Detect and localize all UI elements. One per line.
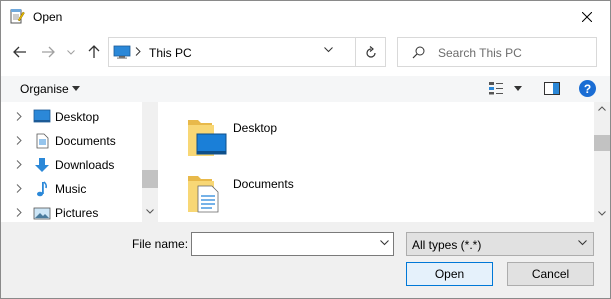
- documents-folder-icon: [188, 176, 219, 213]
- nav-item-label: Documents: [55, 134, 116, 148]
- file-list: Desktop Documents: [158, 102, 594, 222]
- chevron-down-icon[interactable]: [380, 240, 389, 246]
- scroll-up-icon[interactable]: [598, 106, 606, 111]
- preview-pane-icon[interactable]: [544, 82, 560, 95]
- desktop-icon: [33, 109, 51, 123]
- this-pc-icon: [113, 45, 131, 59]
- chevron-down-icon: [578, 240, 587, 246]
- help-icon[interactable]: ?: [579, 80, 596, 97]
- folder-item-documents[interactable]: Documents: [184, 172, 384, 222]
- change-view-icon[interactable]: [488, 81, 504, 95]
- documents-icon: [36, 133, 49, 149]
- arrow-left-icon: [13, 46, 26, 58]
- refresh-button[interactable]: [355, 38, 385, 66]
- search-icon: [412, 46, 425, 59]
- desktop-folder-icon: [188, 120, 227, 156]
- recent-locations-button[interactable]: [64, 42, 78, 62]
- search-placeholder: Search This PC: [438, 46, 522, 60]
- file-type-select[interactable]: All types (*.*): [406, 232, 594, 256]
- nav-item-label: Music: [55, 182, 87, 196]
- address-dropdown-icon[interactable]: [324, 47, 333, 53]
- expand-chevron-icon[interactable]: [16, 112, 22, 121]
- open-button[interactable]: Open: [406, 262, 493, 286]
- nav-item-desktop[interactable]: Desktop: [1, 105, 141, 129]
- title-bar: Open: [1, 1, 610, 32]
- file-type-value: All types (*.*): [412, 238, 482, 252]
- folder-item-desktop[interactable]: Desktop: [184, 116, 384, 166]
- chevron-down-icon: [67, 49, 75, 55]
- folder-label: Desktop: [233, 121, 278, 135]
- file-name-label: File name:: [132, 237, 189, 251]
- view-caret-down-icon[interactable]: [514, 86, 522, 91]
- window-title: Open: [33, 10, 63, 24]
- nav-item-music[interactable]: Music: [1, 177, 141, 201]
- close-button[interactable]: [564, 1, 610, 32]
- address-location: This PC: [149, 46, 192, 60]
- command-bar: Organise ?: [1, 76, 610, 102]
- arrow-up-icon: [88, 45, 100, 58]
- arrow-right-icon: [42, 46, 55, 58]
- expand-chevron-icon[interactable]: [16, 160, 22, 169]
- nav-item-downloads[interactable]: Downloads: [1, 153, 141, 177]
- nav-pane-scrollbar[interactable]: [142, 102, 158, 222]
- navigation-pane: Desktop Documents Downloads Music Pictur…: [1, 102, 158, 222]
- scroll-down-icon[interactable]: [598, 211, 606, 216]
- downloads-icon: [35, 158, 49, 172]
- nav-pane-scroll-thumb[interactable]: [142, 170, 158, 188]
- expand-chevron-icon[interactable]: [16, 136, 22, 145]
- file-list-scroll-thumb[interactable]: [594, 135, 610, 151]
- scroll-down-icon[interactable]: [146, 209, 154, 214]
- file-name-input[interactable]: [194, 235, 374, 253]
- address-bar[interactable]: This PC: [108, 37, 386, 67]
- music-icon: [37, 181, 48, 197]
- file-name-combobox[interactable]: [191, 232, 394, 256]
- organise-button[interactable]: Organise: [20, 82, 69, 96]
- up-button[interactable]: [84, 42, 104, 62]
- expand-chevron-icon[interactable]: [16, 208, 22, 217]
- back-button[interactable]: [10, 42, 30, 62]
- forward-button[interactable]: [38, 42, 58, 62]
- file-list-scrollbar[interactable]: [594, 102, 610, 222]
- pictures-icon: [33, 207, 51, 220]
- nav-item-label: Pictures: [55, 206, 99, 220]
- caret-down-icon[interactable]: [72, 86, 80, 91]
- nav-item-documents[interactable]: Documents: [1, 129, 141, 153]
- open-dialog: Open This PC Search This PC Organise ? D…: [0, 0, 611, 299]
- search-box[interactable]: Search This PC: [397, 37, 597, 67]
- cancel-button[interactable]: Cancel: [507, 262, 594, 286]
- close-icon: [582, 11, 592, 22]
- nav-item-label: Downloads: [55, 158, 115, 172]
- chevron-right-icon: [135, 47, 141, 56]
- dialog-footer: File name: All types (*.*) Open Cancel: [1, 222, 610, 298]
- folder-label: Documents: [233, 177, 294, 191]
- refresh-icon: [365, 45, 376, 58]
- nav-item-label: Desktop: [55, 110, 100, 124]
- notepad-icon: [10, 9, 25, 24]
- expand-chevron-icon[interactable]: [16, 184, 22, 193]
